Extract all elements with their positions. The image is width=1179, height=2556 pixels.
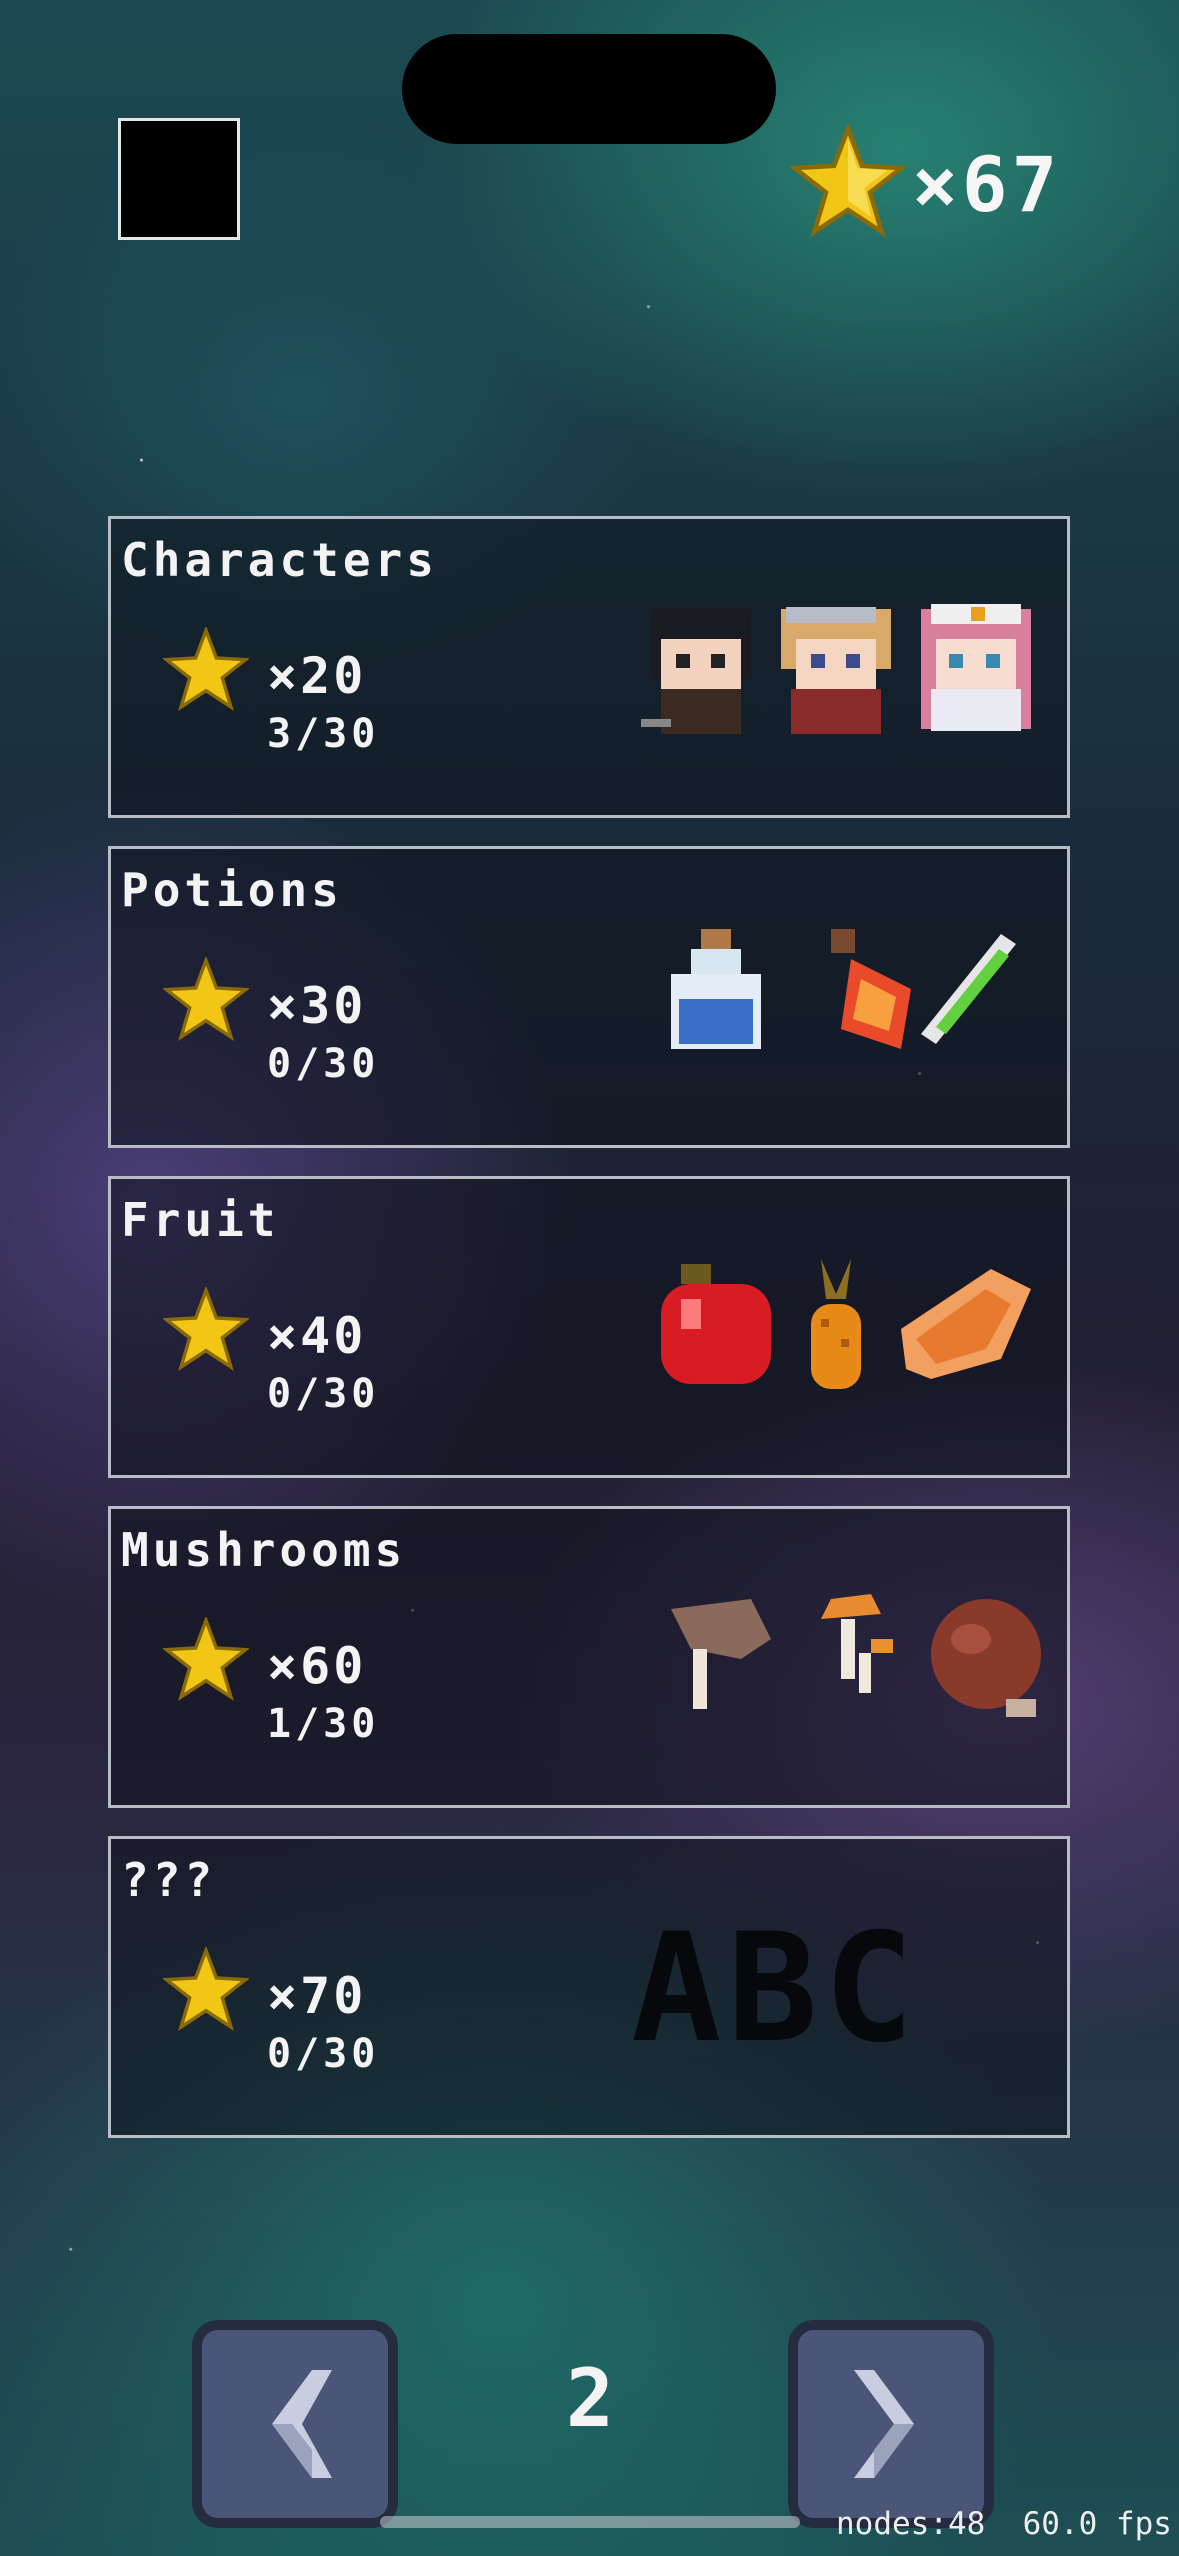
card-title: Potions <box>121 863 343 917</box>
black-square-button[interactable] <box>118 118 240 240</box>
card-multiplier: ×70 <box>267 1967 367 2025</box>
card-title: Characters <box>121 533 438 587</box>
card-title: Fruit <box>121 1193 280 1247</box>
collection-card-potions[interactable]: Potions ×30 0/30 <box>108 846 1070 1148</box>
character-sprites-icon <box>641 604 1031 734</box>
star-icon <box>163 1617 249 1701</box>
card-progress: 0/30 <box>267 2031 380 2077</box>
card-progress: 0/30 <box>267 1371 380 1417</box>
star-icon <box>790 124 906 238</box>
card-multiplier: ×30 <box>267 977 367 1035</box>
collection-card-locked[interactable]: ??? ×70 0/30 ABC <box>108 1836 1070 2138</box>
card-multiplier: ×20 <box>267 647 367 705</box>
star-icon <box>163 1947 249 2031</box>
debug-stats: nodes:48 60.0 fps <box>836 2506 1172 2542</box>
next-page-button[interactable] <box>788 2320 994 2528</box>
node-count: nodes:48 <box>836 2506 986 2542</box>
card-title: Mushrooms <box>121 1523 407 1577</box>
mushroom-sprites-icon <box>671 1594 1041 1717</box>
collection-card-fruit[interactable]: Fruit ×40 0/30 <box>108 1176 1070 1478</box>
star-icon <box>163 1287 249 1371</box>
card-progress: 3/30 <box>267 711 380 757</box>
home-indicator[interactable] <box>380 2516 800 2528</box>
chevron-left-icon <box>272 2370 332 2478</box>
fps-counter: 60.0 fps <box>1022 2506 1172 2542</box>
star-icon <box>163 957 249 1041</box>
collection-card-mushrooms[interactable]: Mushrooms ×60 1/30 <box>108 1506 1070 1808</box>
prev-page-button[interactable] <box>192 2320 398 2528</box>
locked-silhouette-text: ABC <box>631 1902 920 2076</box>
potion-sprites-icon <box>671 929 1016 1049</box>
star-icon <box>163 627 249 711</box>
fruit-sprites-icon <box>661 1259 1031 1389</box>
dynamic-island <box>402 34 776 144</box>
card-progress: 1/30 <box>267 1701 380 1747</box>
card-title: ??? <box>121 1853 217 1907</box>
card-progress: 0/30 <box>267 1041 380 1087</box>
card-multiplier: ×60 <box>267 1637 367 1695</box>
chevron-right-icon <box>854 2370 914 2478</box>
collection-card-characters[interactable]: Characters ×20 3/30 <box>108 516 1070 818</box>
card-multiplier: ×40 <box>267 1307 367 1365</box>
total-star-count: ×67 <box>912 140 1062 229</box>
page-number: 2 <box>565 2352 615 2445</box>
